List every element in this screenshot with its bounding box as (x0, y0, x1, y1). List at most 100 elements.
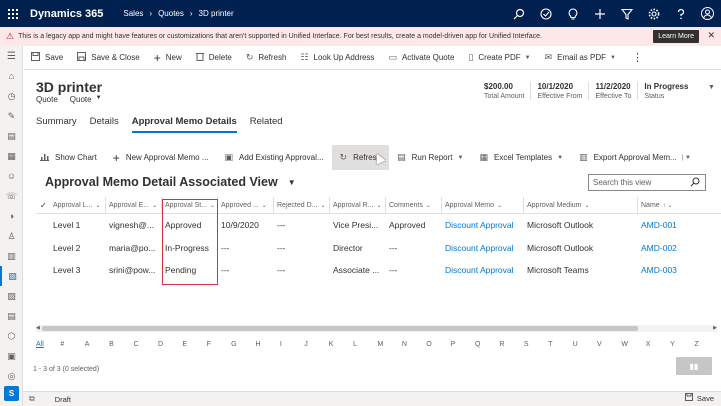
alpha-filter[interactable]: A (85, 341, 109, 353)
search-icon[interactable] (690, 177, 700, 189)
export-approval-memo-button[interactable]: ▥ Export Approval Mem... | ▼ (571, 145, 699, 170)
alpha-filter[interactable]: F (207, 341, 231, 353)
alpha-filter[interactable]: G (231, 341, 255, 353)
record-name-link[interactable]: AMD-002 (638, 237, 708, 260)
alpha-filter[interactable]: B (109, 341, 133, 353)
learn-more-button[interactable]: Learn More (653, 30, 699, 43)
recent-icon[interactable]: ◷ (0, 86, 23, 106)
approval-memo-link[interactable]: Discount Approval (442, 214, 524, 237)
task-icon[interactable] (532, 0, 559, 27)
alpha-filter[interactable]: S (524, 341, 548, 353)
home-icon[interactable]: ⌂ (0, 66, 23, 86)
view-selector[interactable]: Approval Memo Detail Associated View ▼ (45, 175, 296, 189)
table-row[interactable]: Level 1 vignesh@... Approved 10/9/2020 -… (36, 214, 721, 237)
horizontal-scrollbar[interactable]: ◀ ▶ (36, 325, 717, 332)
alpha-filter[interactable]: U (573, 341, 597, 353)
leads-icon[interactable]: ◑ (0, 206, 23, 226)
column-header-approval-medium[interactable]: Approval Medium ⌄ (524, 197, 638, 214)
table-row[interactable]: Level 2 maria@po... In-Progress --- --- … (36, 237, 721, 260)
quotes-icon[interactable]: ▧ (0, 266, 23, 286)
alpha-filter[interactable]: C (134, 341, 158, 353)
lightbulb-icon[interactable] (559, 0, 586, 27)
column-header-comments[interactable]: Comments ⌄ (386, 197, 442, 214)
alpha-filter[interactable]: N (402, 341, 426, 353)
search-view-input[interactable]: Search this view (588, 174, 706, 191)
alpha-filter[interactable]: D (158, 341, 182, 353)
alpha-filter[interactable]: I (280, 341, 304, 353)
plus-icon[interactable] (586, 0, 613, 27)
refresh-button[interactable]: ↻ Refresh (239, 46, 294, 70)
alpha-filter[interactable]: W (621, 341, 645, 353)
tab-summary[interactable]: Summary (36, 116, 77, 133)
approval-memo-link[interactable]: Discount Approval (442, 237, 524, 260)
tab-details[interactable]: Details (90, 116, 119, 133)
chevron-down-icon[interactable]: ▼ (96, 95, 102, 104)
record-name-link[interactable]: AMD-001 (638, 214, 708, 237)
new-button[interactable]: + New (147, 46, 189, 70)
filter-icon[interactable] (613, 0, 640, 27)
record-name-link[interactable]: AMD-003 (638, 259, 708, 282)
help-icon[interactable] (667, 0, 694, 27)
delete-button[interactable]: Delete (189, 46, 239, 70)
column-header-approval-memo[interactable]: Approval Memo ⌄ (442, 197, 524, 214)
select-all-checkbox[interactable]: ✓ (40, 201, 47, 210)
scroll-right-arrow-icon[interactable]: ▶ (713, 325, 717, 331)
pinned-icon[interactable]: ✎ (0, 106, 23, 126)
alpha-filter[interactable]: V (597, 341, 621, 353)
alpha-filter[interactable]: E (182, 341, 206, 353)
alpha-filter[interactable]: R (499, 341, 523, 353)
breadcrumb-quotes[interactable]: Quotes (158, 9, 184, 18)
scrollbar-thumb[interactable] (42, 326, 638, 331)
email-as-pdf-button[interactable]: ✉ Email as PDF ▼ (538, 46, 623, 70)
new-approval-memo-button[interactable]: + New Approval Memo ... (105, 145, 217, 170)
scroll-left-arrow-icon[interactable]: ◀ (36, 325, 40, 331)
alpha-filter[interactable]: O (426, 341, 450, 353)
expand-grid-icon[interactable]: ▮▮ (676, 357, 712, 375)
gear-icon[interactable] (640, 0, 667, 27)
goals-icon[interactable]: ◎ (0, 366, 23, 386)
save-button[interactable]: Save (24, 46, 70, 70)
dashboard-icon[interactable]: ▤ (0, 126, 23, 146)
column-header-approval-role[interactable]: Approval R... ⌄ (330, 197, 386, 214)
alpha-filter-all[interactable]: All (36, 341, 60, 353)
alpha-filter[interactable]: T (548, 341, 572, 353)
table-row[interactable]: Level 3 srini@pow... Pending --- --- Ass… (36, 259, 721, 282)
more-commands-icon[interactable]: ⋮ (625, 46, 650, 70)
alpha-filter[interactable]: H (256, 341, 280, 353)
alpha-filter[interactable]: J (304, 341, 328, 353)
accounts-icon[interactable]: ☺ (0, 166, 23, 186)
alpha-filter[interactable]: X (646, 341, 670, 353)
activities-icon[interactable]: ▦ (0, 146, 23, 166)
header-expand-chevron-icon[interactable]: ▼ (708, 84, 715, 91)
excel-templates-button[interactable]: ▦ Excel Templates ▼ (471, 145, 571, 170)
hamburger-menu-icon[interactable]: ☰ (0, 46, 23, 66)
app-name[interactable]: Dynamics 365 (30, 8, 103, 20)
show-chart-button[interactable]: Show Chart (32, 145, 105, 170)
column-header-approval-level[interactable]: Approval L... ⌄ (50, 197, 106, 214)
orders-icon[interactable]: ▨ (0, 286, 23, 306)
approval-memo-link[interactable]: Discount Approval (442, 259, 524, 282)
alpha-filter[interactable]: Z (695, 341, 707, 353)
alpha-filter[interactable]: P (451, 341, 475, 353)
run-report-button[interactable]: ▤ Run Report ▼ (389, 145, 471, 170)
alpha-filter[interactable]: # (60, 341, 84, 353)
tab-related[interactable]: Related (250, 116, 283, 133)
column-header-rejected-date[interactable]: Rejected D... ⌄ (274, 197, 330, 214)
activate-quote-button[interactable]: ▭ Activate Quote (381, 46, 461, 70)
create-pdf-button[interactable]: ▯ Create PDF ▼ (461, 46, 537, 70)
alpha-filter[interactable]: Y (670, 341, 694, 353)
breadcrumb-sales[interactable]: Sales (123, 9, 143, 18)
search-icon[interactable] (505, 0, 532, 27)
competitors-icon[interactable]: ▥ (0, 246, 23, 266)
look-up-address-button[interactable]: ☷ Look Up Address (293, 46, 381, 70)
alpha-filter[interactable]: K (329, 341, 353, 353)
area-switcher-badge[interactable]: S (4, 386, 19, 401)
sales-literature-icon[interactable]: ▣ (0, 346, 23, 366)
products-icon[interactable]: ⬡ (0, 326, 23, 346)
add-existing-approval-button[interactable]: ▣ Add Existing Approval... (217, 145, 332, 170)
column-header-approved-date[interactable]: Approved ... ⌄ (218, 197, 274, 214)
contacts-icon[interactable]: ☏ (0, 186, 23, 206)
tab-approval-memo-details[interactable]: Approval Memo Details (131, 116, 237, 133)
close-icon[interactable]: ✕ (707, 30, 715, 41)
save-and-close-button[interactable]: Save & Close (70, 46, 146, 70)
